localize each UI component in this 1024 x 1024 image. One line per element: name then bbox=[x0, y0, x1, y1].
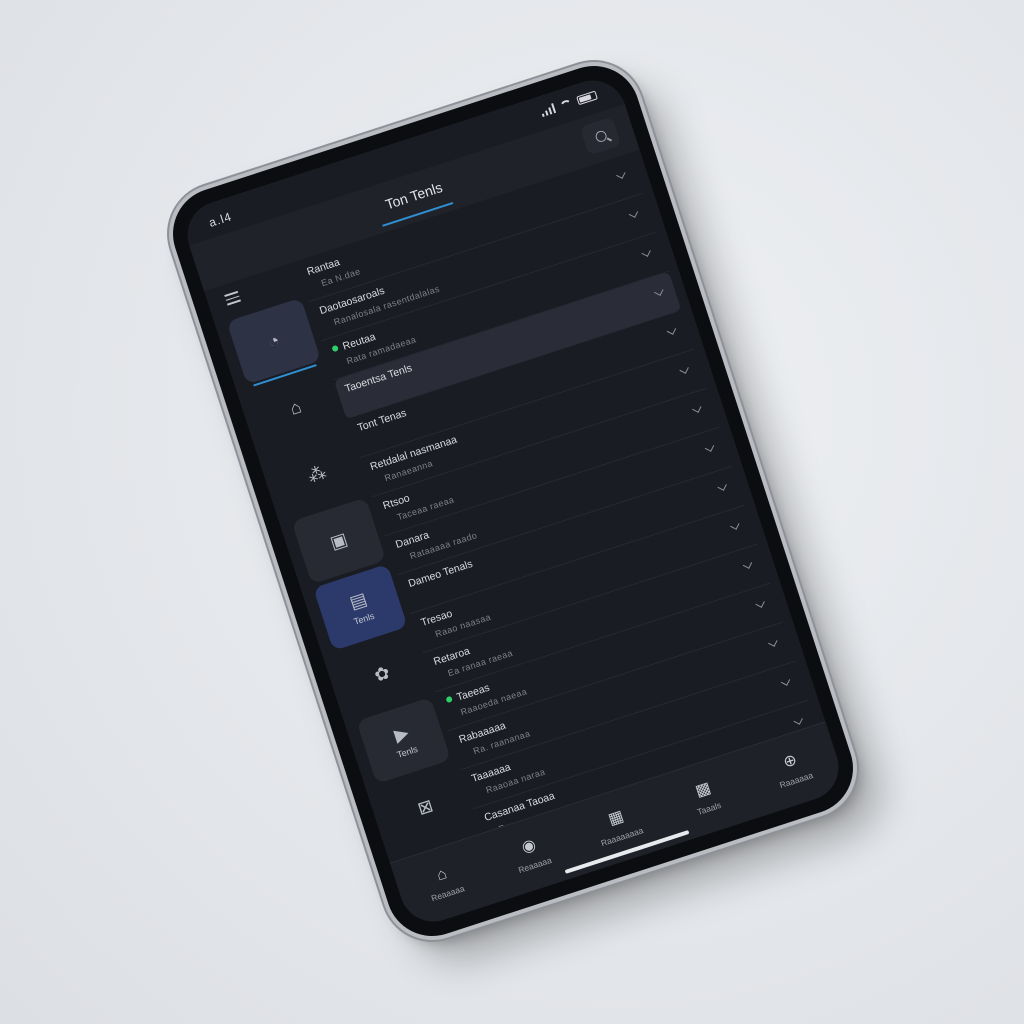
chevron-down-icon[interactable] bbox=[742, 559, 753, 569]
tablet-screen: a.l4 Ton Tenls ◔⌂⁂▣▤Tenls✿▶Tenls⊠⊙ Ranta… bbox=[178, 71, 848, 931]
play-icon: ▶ bbox=[391, 721, 412, 746]
user-icon: ◔ bbox=[265, 329, 283, 353]
status-icons bbox=[540, 90, 598, 117]
lock-icon: ⊠ bbox=[415, 795, 436, 819]
folder-icon: ▤ bbox=[346, 588, 370, 613]
group-icon: ✿ bbox=[371, 662, 393, 686]
tab-label: Reaaaaa bbox=[429, 883, 466, 904]
menu-icon[interactable] bbox=[224, 290, 241, 306]
chevron-down-icon[interactable] bbox=[730, 520, 740, 530]
rail-item-label: Tenls bbox=[395, 743, 419, 760]
clipboard-icon: ▣ bbox=[327, 528, 350, 553]
tab-plus-circle[interactable]: ⊕ Raaaaaa bbox=[755, 744, 831, 796]
tablet-device: a.l4 Ton Tenls ◔⌂⁂▣▤Tenls✿▶Tenls⊠⊙ Ranta… bbox=[161, 54, 865, 948]
chevron-down-icon[interactable] bbox=[793, 715, 803, 725]
status-time: a.l4 bbox=[207, 209, 234, 230]
signal-icon bbox=[540, 103, 557, 117]
chevron-down-icon[interactable] bbox=[755, 598, 765, 608]
plus-circle-icon: ⊕ bbox=[781, 751, 800, 772]
tab-label: Raaaaaaaa bbox=[599, 825, 645, 849]
grid-icon: ▩ bbox=[693, 779, 713, 801]
chevron-down-icon[interactable] bbox=[768, 637, 778, 647]
tab-label: Reaaaaa bbox=[516, 854, 553, 876]
chevron-down-icon[interactable] bbox=[641, 247, 651, 257]
battery-icon bbox=[575, 90, 598, 105]
status-dot bbox=[445, 695, 453, 704]
chevron-down-icon[interactable] bbox=[616, 169, 626, 179]
rail-item-label: Tenls bbox=[352, 610, 376, 627]
people-icon: ⁂ bbox=[305, 461, 329, 487]
tab-label: Taaals bbox=[695, 799, 723, 817]
tab-camera[interactable]: ◉ Reaaaaa bbox=[493, 829, 569, 881]
chevron-down-icon[interactable] bbox=[666, 325, 677, 335]
home-icon: ⌂ bbox=[434, 865, 450, 885]
chevron-down-icon[interactable] bbox=[717, 481, 727, 491]
chevron-down-icon[interactable] bbox=[692, 403, 702, 413]
chevron-down-icon[interactable] bbox=[679, 364, 689, 374]
status-dot bbox=[331, 344, 339, 353]
tab-home[interactable]: ⌂ Reaaaaa bbox=[406, 857, 482, 909]
chevron-down-icon[interactable] bbox=[704, 442, 715, 452]
home-icon: ⌂ bbox=[287, 396, 304, 419]
chevron-down-icon[interactable] bbox=[780, 676, 791, 686]
tab-grid[interactable]: ▩ Taaals bbox=[668, 772, 744, 824]
tab-label: Raaaaaa bbox=[778, 770, 815, 791]
gallery-icon: ▦ bbox=[606, 807, 626, 829]
camera-icon: ◉ bbox=[519, 836, 539, 857]
scene: a.l4 Ton Tenls ◔⌂⁂▣▤Tenls✿▶Tenls⊠⊙ Ranta… bbox=[0, 0, 1024, 1024]
search-icon bbox=[593, 129, 608, 144]
chevron-down-icon[interactable] bbox=[628, 208, 639, 218]
chevron-down-icon[interactable] bbox=[654, 286, 664, 296]
wifi-icon bbox=[558, 98, 574, 111]
